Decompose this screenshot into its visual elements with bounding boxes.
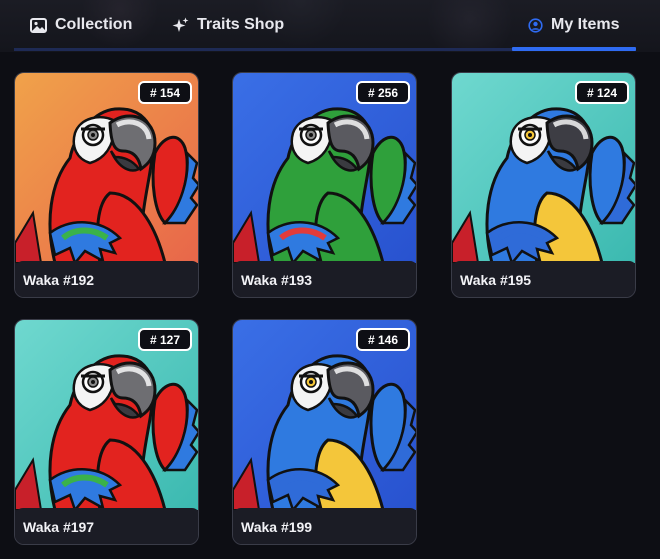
sparkles-icon (172, 17, 189, 34)
rank-badge: # 146 (356, 328, 410, 351)
tab-my-items[interactable]: My Items (528, 0, 619, 50)
rank-badge: # 124 (575, 81, 629, 104)
item-card[interactable]: # 154 Waka #192 (14, 72, 199, 298)
item-card[interactable]: # 127 Waka #197 (14, 319, 199, 545)
item-name: Waka #199 (233, 508, 416, 544)
active-tab-indicator (512, 47, 636, 51)
item-card[interactable]: # 256 Waka #193 (232, 72, 417, 298)
user-circle-icon (528, 17, 543, 33)
item-name: Waka #192 (15, 261, 198, 297)
top-navigation: Collection Traits Shop My Items (0, 0, 660, 52)
item-name: Waka #197 (15, 508, 198, 544)
tab-my-items-label: My Items (551, 16, 620, 33)
rank-badge: # 256 (356, 81, 410, 104)
image-icon (30, 17, 47, 33)
item-card[interactable]: # 124 Waka #195 (451, 72, 636, 298)
tab-traits-shop-label: Traits Shop (197, 16, 285, 33)
rank-badge: # 154 (138, 81, 192, 104)
tab-traits-shop[interactable]: Traits Shop (172, 0, 284, 50)
rank-badge: # 127 (138, 328, 192, 351)
tab-collection-label: Collection (55, 16, 133, 33)
item-name: Waka #193 (233, 261, 416, 297)
item-card[interactable]: # 146 Waka #199 (232, 319, 417, 545)
tab-collection[interactable]: Collection (30, 0, 132, 50)
item-name: Waka #195 (452, 261, 635, 297)
